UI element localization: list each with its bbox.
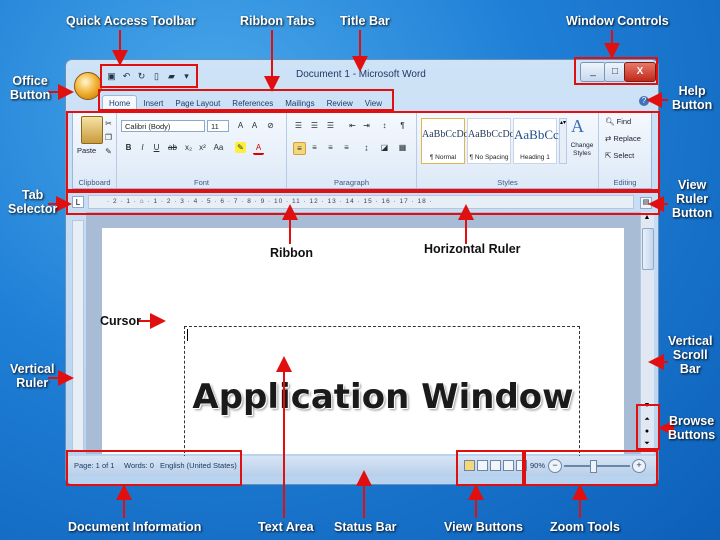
- label-ribbon-tabs: Ribbon Tabs: [240, 14, 315, 28]
- label-cursor: Cursor: [100, 314, 141, 328]
- callout-arrows: [48, 30, 674, 518]
- label-document-information: Document Information: [68, 520, 202, 534]
- label-view-buttons: View Buttons: [444, 520, 523, 534]
- label-horizontal-ruler: Horizontal Ruler: [424, 242, 521, 256]
- label-quick-access-toolbar: Quick Access Toolbar: [66, 14, 196, 28]
- label-text-area: Text Area: [258, 520, 314, 534]
- label-browse-buttons: Browse Buttons: [668, 414, 716, 442]
- label-vertical-ruler: Vertical Ruler: [10, 362, 55, 390]
- label-help-button: Help Button: [672, 84, 713, 112]
- label-tab-selector: Tab Selector: [8, 188, 58, 216]
- label-window-controls: Window Controls: [566, 14, 669, 28]
- label-vertical-scroll-bar: Vertical Scroll Bar: [668, 334, 713, 376]
- label-zoom-tools: Zoom Tools: [550, 520, 620, 534]
- label-office-button: Office Button: [10, 74, 51, 102]
- label-view-ruler-button: View Ruler Button: [672, 178, 713, 220]
- label-status-bar: Status Bar: [334, 520, 397, 534]
- label-ribbon: Ribbon: [270, 246, 314, 260]
- label-title-bar: Title Bar: [340, 14, 390, 28]
